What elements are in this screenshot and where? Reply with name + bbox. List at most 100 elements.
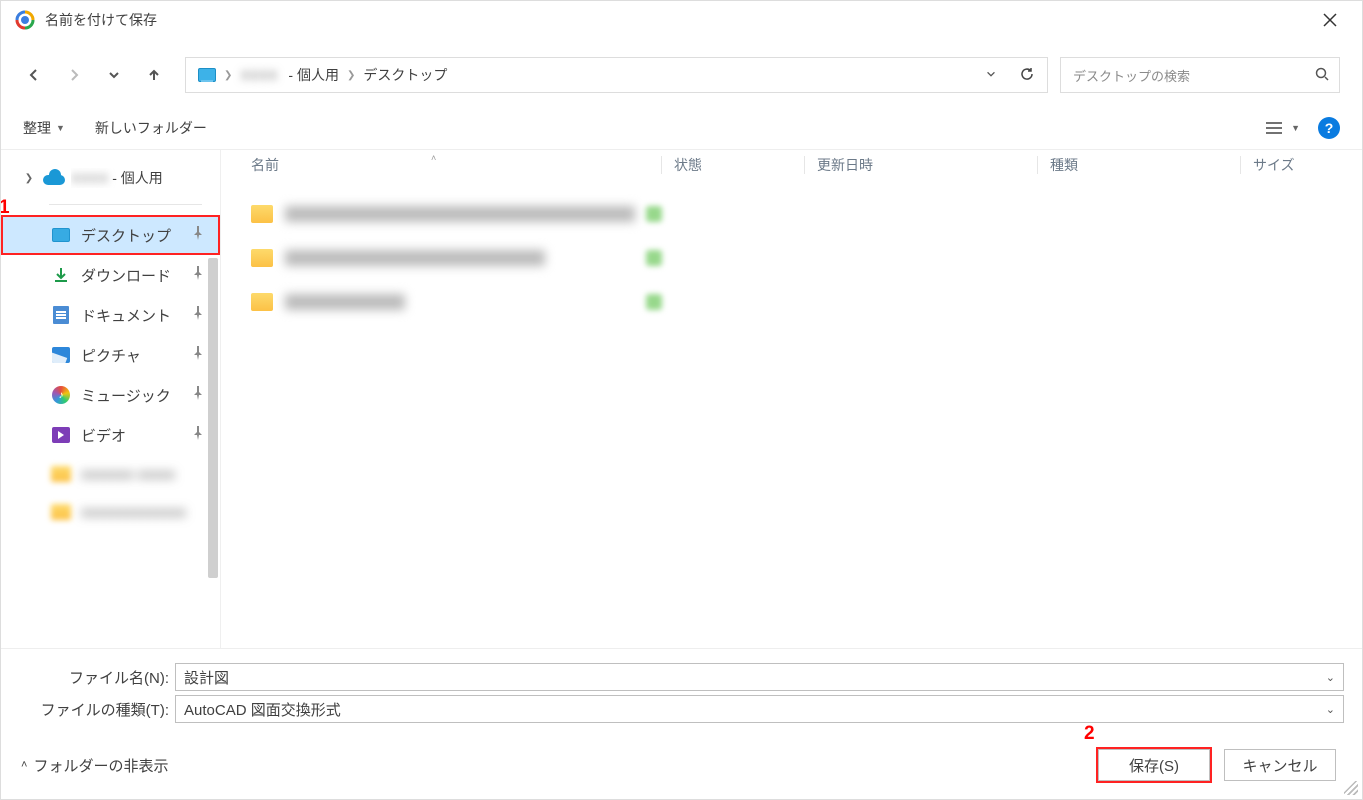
folder-icon (251, 293, 273, 311)
column-headers: 名前 ˄ 状態 更新日時 種類 サイズ (221, 150, 1362, 180)
sidebar-item-label: デスクトップ (81, 225, 171, 246)
pin-icon[interactable] (192, 426, 204, 444)
desktop-icon (52, 228, 70, 242)
back-button[interactable] (23, 64, 45, 86)
breadcrumb-personal-suffix: - 個人用 (288, 65, 339, 85)
folder-pane-toggle[interactable]: ˄ フォルダーの非表示 (21, 755, 168, 776)
sidebar-item-desktop[interactable]: デスクトップ1 (1, 215, 220, 255)
search-placeholder: デスクトップの検索 (1073, 66, 1315, 85)
breadcrumb-current[interactable]: デスクトップ (363, 65, 447, 85)
sidebar-item-downloads[interactable]: ダウンロード (1, 255, 220, 295)
document-icon (53, 306, 69, 324)
folder-icon (251, 205, 273, 223)
file-list-pane: 名前 ˄ 状態 更新日時 種類 サイズ (221, 150, 1362, 648)
sidebar-item-documents[interactable]: ドキュメント (1, 295, 220, 335)
column-size[interactable]: サイズ (1253, 155, 1362, 175)
close-button[interactable] (1308, 4, 1352, 36)
address-bar[interactable]: ❯ XXXX - 個人用 ❯ デスクトップ (185, 57, 1048, 93)
sidebar-item-music[interactable]: ミュージック (1, 375, 220, 415)
sidebar-item-label: ビデオ (81, 425, 126, 446)
nav-row: ❯ XXXX - 個人用 ❯ デスクトップ デスクトップの検索 (1, 39, 1362, 109)
music-icon (52, 386, 70, 404)
up-button[interactable] (143, 64, 165, 86)
titlebar: 名前を付けて保存 (1, 1, 1362, 39)
save-button[interactable]: 保存(S) (1098, 749, 1210, 781)
pinned-folder-blurred[interactable]: xxxxxxx xxxxx (1, 455, 220, 493)
divider (49, 204, 202, 205)
blurred-text (285, 294, 405, 310)
organize-button[interactable]: 整理 ▼ (23, 118, 65, 138)
chevron-up-icon: ˄ (21, 759, 27, 771)
folder-icon (51, 466, 71, 482)
dialog-title: 名前を付けて保存 (45, 10, 1308, 30)
blurred-text (285, 206, 635, 222)
folder-row-blurred[interactable] (221, 280, 1362, 324)
history-dropdown[interactable] (103, 64, 125, 86)
column-name[interactable]: 名前 ˄ (251, 155, 661, 175)
sidebar-item-pictures[interactable]: ピクチャ (1, 335, 220, 375)
folder-icon (51, 504, 71, 520)
tree-user-blurred: XXXX (71, 170, 108, 186)
filetype-label: ファイルの種類(T): (19, 699, 169, 720)
main-area: ❯ XXXX - 個人用 デスクトップ1ダウンロードドキュメントピクチャミュージ… (1, 150, 1362, 648)
save-as-dialog: 名前を付けて保存 ❯ XXXX - 個人用 (0, 0, 1363, 800)
view-mode-button[interactable] (1261, 117, 1287, 139)
picture-icon (52, 347, 70, 363)
file-rows (221, 180, 1362, 324)
tree-onedrive-personal[interactable]: ❯ XXXX - 個人用 (1, 160, 220, 196)
filetype-select[interactable]: AutoCAD 図面交換形式 ⌄ (175, 695, 1344, 723)
folder-row-blurred[interactable] (221, 192, 1362, 236)
save-fields: ファイル名(N): 設計図 ⌄ ファイルの種類(T): AutoCAD 図面交換… (1, 648, 1362, 731)
help-button[interactable]: ? (1318, 117, 1340, 139)
app-icon (15, 10, 35, 30)
sync-status-icon (646, 206, 662, 222)
pin-icon[interactable] (192, 266, 204, 284)
new-folder-button[interactable]: 新しいフォルダー (95, 118, 207, 138)
sync-status-icon (646, 294, 662, 310)
scrollbar[interactable] (208, 258, 218, 578)
breadcrumb-user-blurred: XXXX (240, 67, 280, 83)
annotation-1: 1 (1, 197, 10, 219)
column-state[interactable]: 状態 (674, 155, 804, 175)
nav-buttons (23, 64, 173, 86)
sidebar-item-label: ダウンロード (81, 265, 171, 286)
toolbar: 整理 ▼ 新しいフォルダー ▼ ? (1, 109, 1362, 150)
caret-down-icon: ▼ (56, 123, 65, 133)
pinned-folder-blurred[interactable]: xxxxxxxxxxxxxx (1, 493, 220, 531)
search-box[interactable]: デスクトップの検索 (1060, 57, 1340, 93)
forward-button[interactable] (63, 64, 85, 86)
folder-tree: ❯ XXXX - 個人用 デスクトップ1ダウンロードドキュメントピクチャミュージ… (1, 150, 221, 648)
address-dropdown[interactable] (977, 67, 1005, 83)
pc-icon (198, 68, 216, 82)
pin-icon[interactable] (192, 346, 204, 364)
breadcrumb-personal[interactable]: XXXX - 個人用 (240, 65, 339, 85)
search-icon (1315, 67, 1329, 84)
sidebar-item-label: ミュージック (81, 385, 171, 406)
column-type[interactable]: 種類 (1050, 155, 1240, 175)
resize-grip[interactable] (1344, 781, 1358, 795)
pin-icon[interactable] (192, 226, 204, 244)
sidebar-item-videos[interactable]: ビデオ (1, 415, 220, 455)
sidebar-item-label: ピクチャ (81, 345, 141, 366)
cancel-button[interactable]: キャンセル (1224, 749, 1336, 781)
filename-input[interactable]: 設計図 ⌄ (175, 663, 1344, 691)
chevron-down-icon[interactable]: ⌄ (1326, 671, 1335, 684)
download-icon (52, 266, 70, 284)
chevron-down-icon[interactable]: ⌄ (1326, 703, 1335, 716)
chevron-right-icon: ❯ (347, 70, 355, 81)
pin-icon[interactable] (192, 306, 204, 324)
cloud-icon (43, 169, 63, 187)
caret-down-icon: ▼ (1291, 123, 1300, 133)
sort-caret-icon: ˄ (431, 153, 436, 163)
video-icon (52, 427, 70, 443)
sidebar-item-label: ドキュメント (81, 305, 171, 326)
footer: ˄ フォルダーの非表示 2 保存(S) キャンセル (1, 731, 1362, 799)
chevron-right-icon[interactable]: ❯ (23, 173, 35, 184)
refresh-button[interactable] (1013, 66, 1041, 85)
column-date[interactable]: 更新日時 (817, 155, 1037, 175)
blurred-text (285, 250, 545, 266)
sync-status-icon (646, 250, 662, 266)
pin-icon[interactable] (192, 386, 204, 404)
folder-row-blurred[interactable] (221, 236, 1362, 280)
folder-icon (251, 249, 273, 267)
